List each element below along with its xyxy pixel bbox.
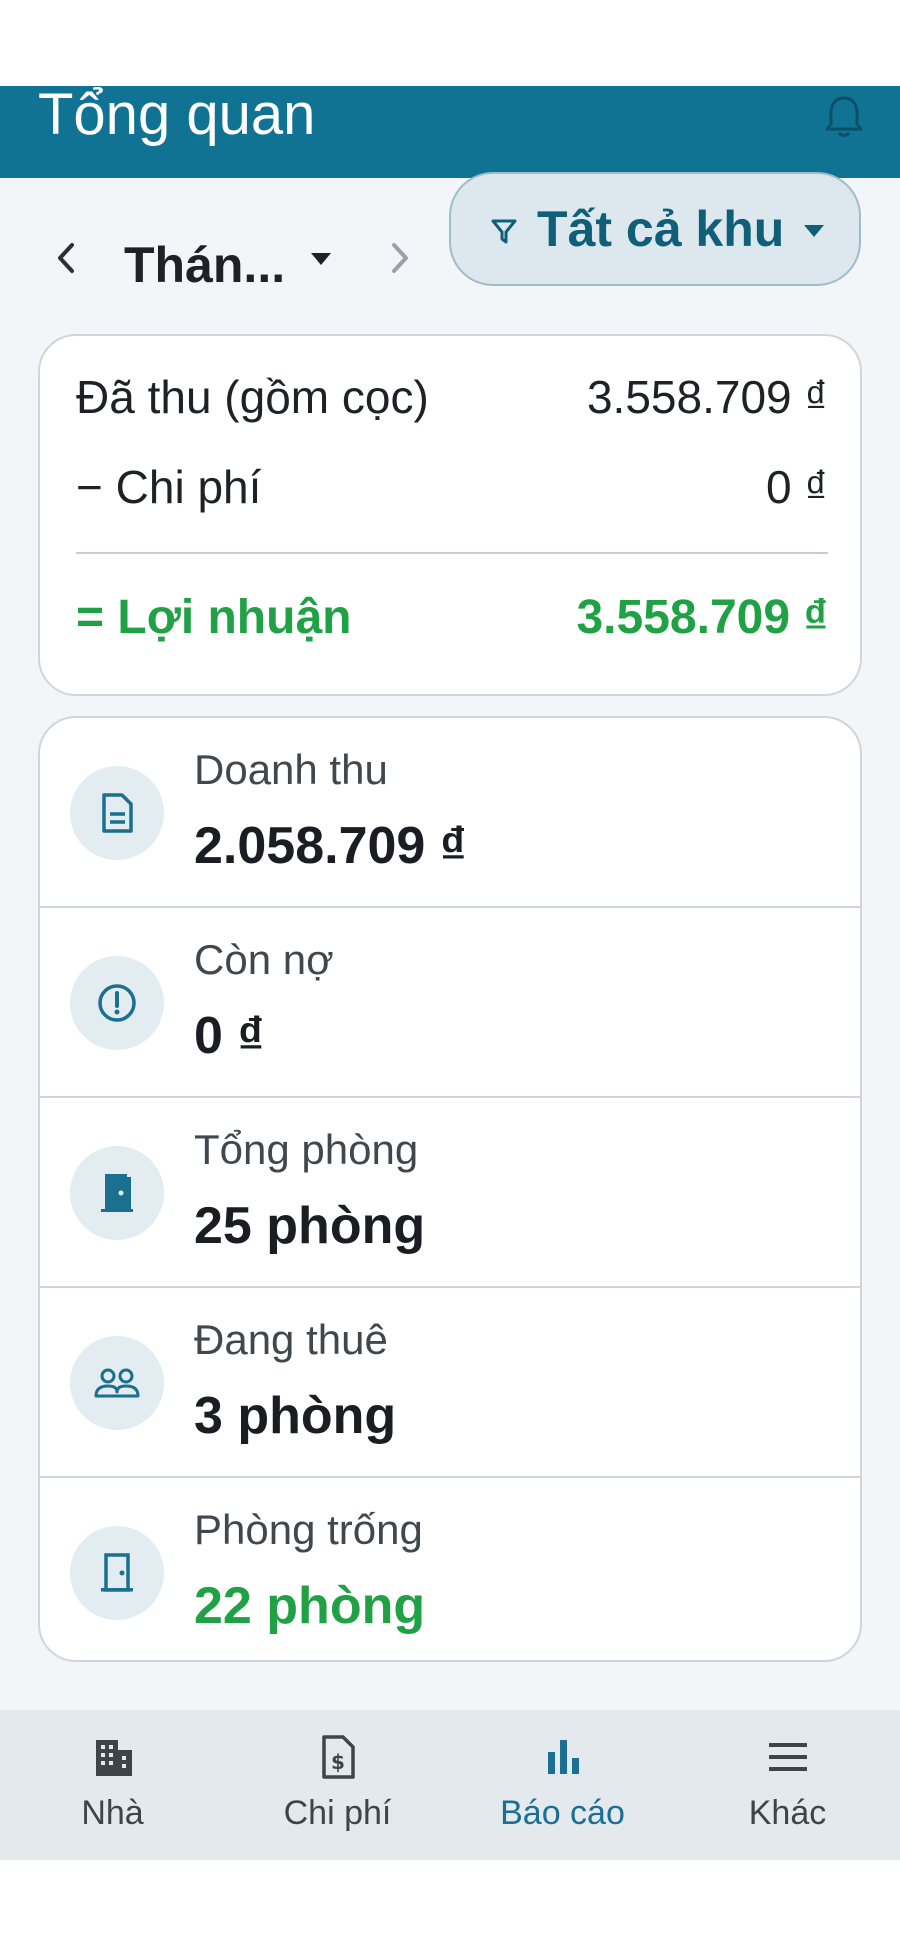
stat-value: 3 phòng	[194, 1387, 397, 1445]
stat-revenue[interactable]: Doanh thu 2.058.709 ₫	[40, 718, 860, 908]
chevron-right-icon	[392, 243, 408, 273]
nav-label: Khác	[748, 1794, 827, 1832]
stats-card: Doanh thu 2.058.709 ₫ Còn nợ 0 ₫ Tổng ph…	[38, 716, 862, 1662]
alert-circle-icon	[70, 956, 164, 1050]
profit-row: = Lợi nhuận 3.558.709 ₫	[76, 590, 828, 645]
menu-icon	[769, 1743, 807, 1771]
door-closed-icon	[70, 1526, 164, 1620]
nav-item-home[interactable]: Nhà	[0, 1710, 225, 1860]
stat-debt[interactable]: Còn nợ 0 ₫	[40, 908, 860, 1098]
collected-row: Đã thu (gồm cọc) 3.558.709 ₫	[76, 370, 828, 424]
stat-label: Còn nợ	[194, 936, 334, 983]
next-month-button[interactable]	[376, 228, 426, 288]
nav-label: Báo cáo	[500, 1794, 625, 1832]
profit-label: = Lợi nhuận	[76, 591, 352, 644]
stat-label: Phòng trống	[194, 1506, 423, 1553]
caret-down-icon[interactable]	[310, 252, 332, 266]
profit-value: 3.558.709 ₫	[576, 591, 828, 644]
stat-total-rooms[interactable]: Tổng phòng 25 phòng	[40, 1098, 860, 1288]
bar-chart-icon	[548, 1740, 579, 1774]
receipt-icon: $	[322, 1735, 355, 1779]
collected-label: Đã thu (gồm cọc)	[76, 371, 429, 423]
door-open-icon	[70, 1146, 164, 1240]
caret-down-icon	[804, 225, 824, 237]
area-filter-label: Tất cả khu	[537, 201, 785, 257]
stat-value: 2.058.709 ₫	[194, 817, 467, 875]
previous-month-button[interactable]	[40, 228, 90, 288]
stat-vacant[interactable]: Phòng trống 22 phòng	[40, 1478, 860, 1660]
svg-text:$: $	[331, 1750, 345, 1774]
profit-summary-card: Đã thu (gồm cọc) 3.558.709 ₫ − Chi phí 0…	[38, 334, 862, 696]
expense-row: − Chi phí 0 ₫	[76, 460, 828, 514]
nav-item-reports[interactable]: Báo cáo	[450, 1710, 675, 1860]
nav-label: Nhà	[81, 1794, 144, 1832]
nav-label: Chi phí	[283, 1794, 392, 1832]
expense-value: 0 ₫	[766, 461, 828, 513]
building-icon	[96, 1740, 132, 1776]
chevron-left-icon	[58, 243, 74, 273]
document-icon	[70, 766, 164, 860]
stat-value: 22 phòng	[194, 1577, 426, 1635]
month-selector[interactable]: Thán...	[124, 236, 285, 294]
stat-label: Doanh thu	[194, 746, 388, 793]
overview-screen: Tổng quan Thán... Tất cả khu Đã thu (gồm…	[0, 86, 900, 1860]
stat-value: 25 phòng	[194, 1197, 426, 1255]
area-filter-button[interactable]: Tất cả khu	[449, 172, 861, 286]
nav-item-expenses[interactable]: $ Chi phí	[225, 1710, 450, 1860]
people-icon	[70, 1336, 164, 1430]
stat-rented[interactable]: Đang thuê 3 phòng	[40, 1288, 860, 1478]
bottom-navigation: Nhà $ Chi phí Báo cáo Khác	[0, 1710, 900, 1860]
nav-item-more[interactable]: Khác	[675, 1710, 900, 1860]
bell-icon[interactable]	[822, 92, 866, 140]
stat-label: Đang thuê	[194, 1316, 388, 1363]
expense-label: − Chi phí	[76, 461, 262, 513]
filter-icon	[491, 219, 517, 244]
app-header: Tổng quan	[0, 86, 900, 178]
stat-value: 0 ₫	[194, 1007, 265, 1065]
stat-label: Tổng phòng	[194, 1126, 419, 1173]
collected-value: 3.558.709 ₫	[586, 371, 828, 423]
page-title: Tổng quan	[38, 86, 316, 147]
summary-divider	[76, 552, 828, 554]
